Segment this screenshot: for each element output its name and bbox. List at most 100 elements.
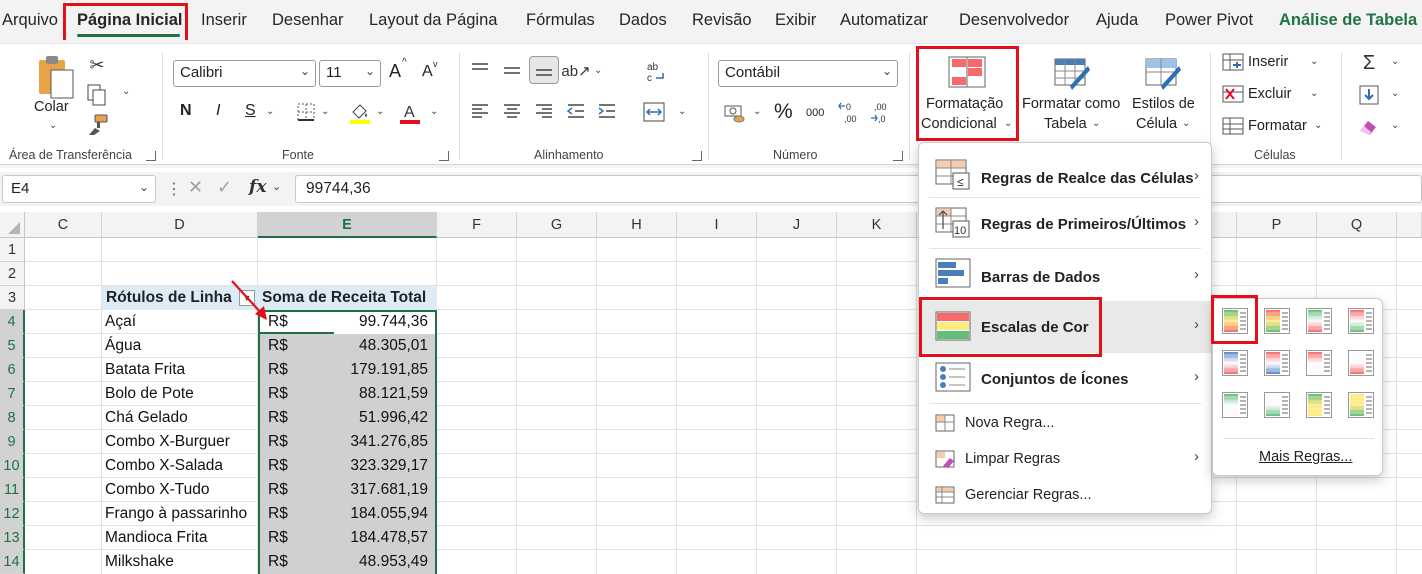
- row-header[interactable]: 8: [0, 406, 25, 430]
- name-box[interactable]: E4 ⌄: [2, 175, 156, 203]
- cell-styles-label-line2[interactable]: Célula: [1136, 114, 1177, 134]
- shrink-font-button[interactable]: A: [422, 63, 433, 81]
- pivot-currency[interactable]: R$: [268, 502, 288, 526]
- pivot-value[interactable]: 48.953,49: [359, 550, 428, 574]
- pivot-currency[interactable]: R$: [268, 406, 288, 430]
- borders-icon[interactable]: [296, 102, 316, 122]
- cell-styles-icon[interactable]: [1145, 56, 1183, 92]
- formula-input[interactable]: 99744,36: [295, 175, 1422, 203]
- pivot-currency[interactable]: R$: [268, 526, 288, 550]
- pivot-row-label[interactable]: Mandioca Frita: [105, 526, 208, 550]
- cancel-icon[interactable]: ✕: [188, 177, 203, 198]
- color-scale-option[interactable]: [1264, 308, 1290, 334]
- pivot-row-label[interactable]: Milkshake: [105, 550, 174, 574]
- copy-icon[interactable]: [86, 84, 108, 106]
- color-scale-option[interactable]: [1222, 350, 1248, 376]
- percent-button[interactable]: %: [774, 100, 793, 124]
- italic-button[interactable]: I: [216, 102, 220, 120]
- paste-icon[interactable]: [36, 54, 76, 100]
- chevron-down-icon[interactable]: ⌄: [1182, 118, 1190, 129]
- tab-power-pivot[interactable]: Power Pivot: [1165, 11, 1253, 30]
- column-header-q[interactable]: Q: [1317, 212, 1397, 238]
- pivot-value[interactable]: 99.744,36: [359, 310, 428, 334]
- pivot-row-label[interactable]: Combo X-Burguer: [105, 430, 230, 454]
- pivot-currency[interactable]: R$: [268, 550, 288, 574]
- row-header[interactable]: 9: [0, 430, 25, 454]
- pivot-value[interactable]: 51.996,42: [359, 406, 428, 430]
- launcher-icon[interactable]: [893, 151, 903, 161]
- pivot-values-header[interactable]: Soma de Receita Total: [258, 286, 437, 310]
- clear-icon[interactable]: [1358, 116, 1380, 138]
- tab-revisao[interactable]: Revisão: [692, 11, 752, 30]
- scissors-icon[interactable]: ✂: [86, 54, 108, 76]
- chevron-down-icon[interactable]: ⌄: [376, 106, 384, 117]
- row-header[interactable]: 2: [0, 262, 25, 286]
- column-header-r[interactable]: [1397, 212, 1422, 238]
- menu-item-clear-rules[interactable]: Limpar Regras ›: [919, 442, 1211, 476]
- column-header-k[interactable]: K: [837, 212, 917, 238]
- column-header-i[interactable]: I: [677, 212, 757, 238]
- row-header[interactable]: 13: [0, 526, 25, 550]
- column-header-p[interactable]: P: [1237, 212, 1317, 238]
- pivot-value[interactable]: 179.191,85: [350, 358, 428, 382]
- tab-dados[interactable]: Dados: [619, 11, 667, 30]
- bold-button[interactable]: N: [180, 102, 192, 120]
- pivot-value[interactable]: 317.681,19: [350, 478, 428, 502]
- chevron-down-icon[interactable]: ⌄: [1391, 88, 1399, 99]
- row-header[interactable]: 1: [0, 238, 25, 262]
- column-header-h[interactable]: H: [597, 212, 677, 238]
- align-middle-icon[interactable]: [502, 62, 522, 80]
- tab-formulas[interactable]: Fórmulas: [526, 11, 595, 30]
- align-center-icon[interactable]: [502, 102, 522, 120]
- row-header[interactable]: 14: [0, 550, 25, 574]
- launcher-icon[interactable]: [439, 151, 449, 161]
- chevron-down-icon[interactable]: ⌄: [1314, 120, 1322, 131]
- chevron-down-icon[interactable]: ⌄: [321, 106, 329, 117]
- align-left-icon[interactable]: [470, 102, 490, 120]
- menu-item-top-bottom-rules[interactable]: 10 Regras de Primeiros/Últimos ›: [919, 199, 1211, 249]
- row-header[interactable]: 10: [0, 454, 25, 478]
- pivot-row-label[interactable]: Combo X-Tudo: [105, 478, 210, 502]
- color-scale-option[interactable]: [1306, 350, 1332, 376]
- format-as-table-label-line2[interactable]: Tabela: [1044, 114, 1087, 134]
- color-scale-option[interactable]: [1222, 392, 1248, 418]
- font-name-combo[interactable]: Calibri ⌄: [173, 60, 316, 87]
- column-header-d[interactable]: D: [102, 212, 258, 238]
- chevron-down-icon[interactable]: ⌄: [122, 86, 130, 97]
- align-right-icon[interactable]: [534, 102, 554, 120]
- column-header-f[interactable]: F: [437, 212, 517, 238]
- format-cells-icon[interactable]: [1222, 117, 1244, 135]
- chevron-down-icon[interactable]: ⌄: [1310, 88, 1318, 99]
- color-scale-option[interactable]: [1264, 350, 1290, 376]
- cell-styles-label-line1[interactable]: Estilos de: [1132, 94, 1195, 114]
- autosum-icon[interactable]: Σ: [1358, 52, 1380, 74]
- color-scale-option[interactable]: [1306, 308, 1332, 334]
- format-cells-label[interactable]: Formatar: [1248, 118, 1307, 134]
- thousands-separator-button[interactable]: 000: [806, 107, 824, 119]
- select-all-corner[interactable]: [0, 212, 25, 238]
- column-header-g[interactable]: G: [517, 212, 597, 238]
- pivot-value[interactable]: 323.329,17: [350, 454, 428, 478]
- pivot-row-label[interactable]: Frango à passarinho: [105, 502, 247, 526]
- tab-analise-de-tabela[interactable]: Análise de Tabela D: [1279, 11, 1422, 30]
- number-format-combo[interactable]: Contábil ⌄: [718, 60, 898, 87]
- pivot-row-label[interactable]: Combo X-Salada: [105, 454, 223, 478]
- chevron-down-icon[interactable]: ⌄: [1310, 56, 1318, 67]
- pivot-value[interactable]: 88.121,59: [359, 382, 428, 406]
- chevron-down-icon[interactable]: ⌄: [430, 106, 438, 117]
- insert-cells-label[interactable]: Inserir: [1248, 54, 1288, 70]
- row-header[interactable]: 5: [0, 334, 25, 358]
- tab-desenvolvedor[interactable]: Desenvolvedor: [959, 11, 1069, 30]
- pivot-value[interactable]: 341.276,85: [350, 430, 428, 454]
- font-size-combo[interactable]: 11 ⌄: [319, 60, 381, 87]
- tab-ajuda[interactable]: Ajuda: [1096, 11, 1138, 30]
- fill-color-icon[interactable]: [348, 100, 372, 124]
- pivot-currency[interactable]: R$: [268, 430, 288, 454]
- pivot-currency[interactable]: R$: [268, 334, 288, 358]
- chevron-down-icon[interactable]: ⌄: [678, 106, 686, 117]
- format-painter-icon[interactable]: [86, 114, 108, 136]
- row-header[interactable]: 12: [0, 502, 25, 526]
- pivot-currency[interactable]: R$: [268, 454, 288, 478]
- increase-decimal-icon[interactable]: 0,00: [838, 100, 864, 126]
- pivot-currency[interactable]: R$: [268, 478, 288, 502]
